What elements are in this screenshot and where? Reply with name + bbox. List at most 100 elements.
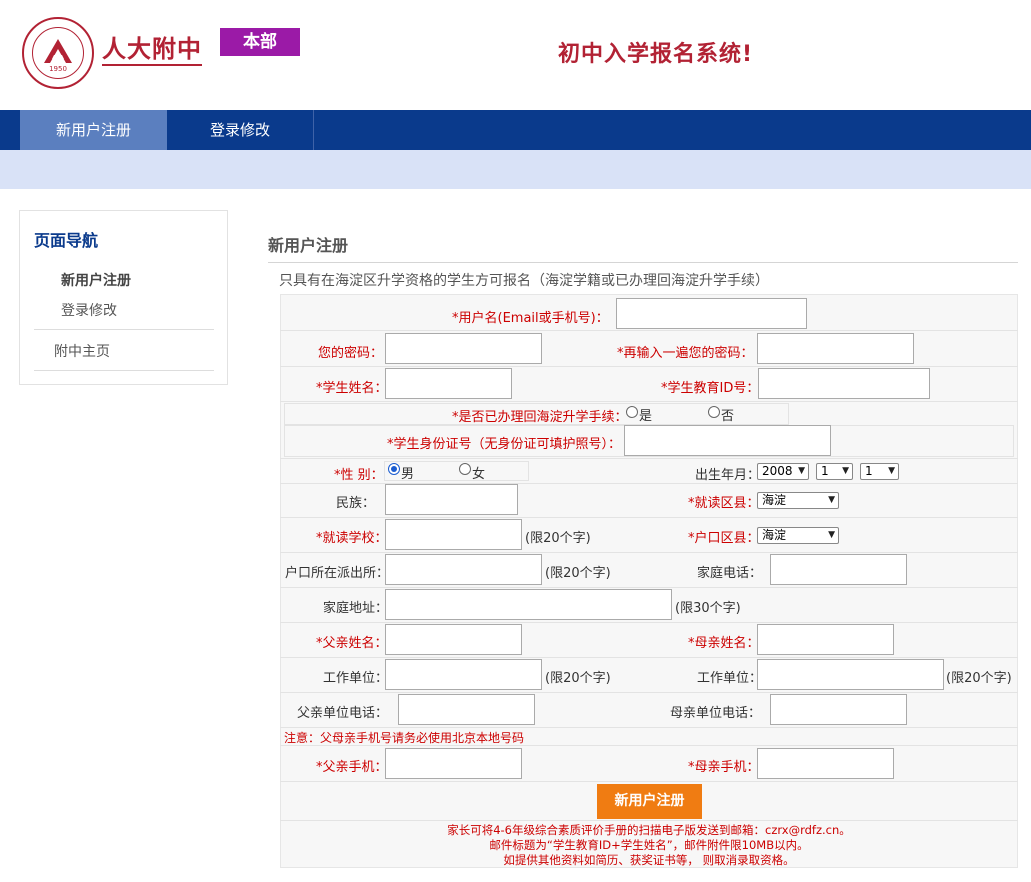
police-station-hint: (限20个字) bbox=[545, 566, 611, 581]
row-divider bbox=[280, 366, 1018, 367]
student-name-label: *学生姓名： bbox=[316, 381, 388, 396]
row-divider bbox=[280, 692, 1018, 693]
school-input[interactable] bbox=[385, 519, 522, 550]
gender-male-label: 男 bbox=[401, 467, 415, 482]
title-divider bbox=[268, 262, 1018, 263]
home-address-hint: (限30个字) bbox=[675, 601, 741, 616]
footer-note-line: 家长可将4-6年级综合素质评价手册的扫描电子版发送到邮箱：czrx@rdfz.c… bbox=[447, 823, 851, 837]
birth-month-select[interactable]: 1 ▼ bbox=[816, 463, 853, 480]
birth-year-select[interactable]: 2008 ▼ bbox=[757, 463, 809, 480]
gender-female-radio[interactable] bbox=[459, 463, 471, 475]
school-logo: 1950 bbox=[22, 17, 94, 89]
footer-note-line: 邮件标题为“学生教育ID+学生姓名”，邮件附件限10MB以内。 bbox=[489, 838, 809, 852]
father-work-phone-label: 父亲单位电话： bbox=[297, 706, 389, 721]
mother-work-phone-label: 母亲单位电话： bbox=[670, 706, 762, 721]
mother-work-input[interactable] bbox=[757, 659, 944, 690]
father-work-label: 工作单位： bbox=[323, 671, 389, 686]
chevron-down-icon: ▼ bbox=[842, 466, 849, 476]
logo-year: 1950 bbox=[49, 65, 67, 73]
return-yes-label: 是 bbox=[639, 409, 653, 424]
home-phone-label: 家庭电话： bbox=[697, 566, 763, 581]
row-divider bbox=[280, 820, 1018, 821]
return-haidian-label: *是否已办理回海淀升学手续： bbox=[452, 410, 628, 425]
phone-warning: 注意：父母亲手机号请务必使用北京本地号码 bbox=[284, 731, 525, 745]
student-name-input[interactable] bbox=[385, 368, 512, 399]
father-name-input[interactable] bbox=[385, 624, 522, 655]
sidebar-item-home[interactable]: 附中主页 bbox=[54, 341, 110, 361]
father-mobile-label: *父亲手机： bbox=[316, 760, 388, 775]
chevron-down-icon: ▼ bbox=[828, 530, 835, 540]
chevron-down-icon: ▼ bbox=[828, 495, 835, 505]
birth-day-select[interactable]: 1 ▼ bbox=[860, 463, 899, 480]
ethnicity-label: 民族： bbox=[336, 496, 376, 511]
school-label: *就读学校： bbox=[316, 531, 388, 546]
father-name-label: *父亲姓名： bbox=[316, 636, 388, 651]
eligibility-notice: 只具有在海淀区升学资格的学生方可报名（海淀学籍或已办理回海淀升学手续） bbox=[279, 273, 769, 289]
father-work-phone-input[interactable] bbox=[398, 694, 535, 725]
hukou-district-select[interactable]: 海淀 ▼ bbox=[757, 527, 839, 544]
sidebar-divider bbox=[34, 329, 214, 330]
birth-label: 出生年月： bbox=[695, 468, 761, 483]
sidebar: 页面导航 新用户注册 登录修改 附中主页 bbox=[19, 210, 228, 385]
username-input[interactable] bbox=[616, 298, 807, 329]
page-title: 新用户注册 bbox=[268, 236, 349, 255]
sidebar-item-register[interactable]: 新用户注册 bbox=[61, 270, 131, 290]
main-navbar: 新用户注册 登录修改 bbox=[0, 110, 1031, 150]
sidebar-divider bbox=[34, 370, 214, 371]
campus-badge: 本部 bbox=[220, 28, 300, 56]
school-district-label: *就读区县： bbox=[688, 496, 760, 511]
register-submit-button[interactable]: 新用户注册 bbox=[597, 784, 702, 819]
school-hint: (限20个字) bbox=[525, 531, 591, 546]
password-confirm-label: *再输入一遍您的密码： bbox=[617, 346, 754, 361]
school-name: 人大附中 bbox=[102, 34, 202, 66]
mother-work-hint: (限20个字) bbox=[946, 671, 1012, 686]
row-divider bbox=[280, 330, 1018, 331]
footer-note-line: 如提供其他资料如简历、获奖证书等， 则取消录取资格。 bbox=[503, 853, 795, 867]
return-no-label: 否 bbox=[721, 409, 735, 424]
id-card-input[interactable] bbox=[624, 425, 831, 456]
row-divider bbox=[280, 458, 1018, 459]
sidebar-item-login-edit[interactable]: 登录修改 bbox=[61, 300, 117, 320]
father-mobile-input[interactable] bbox=[385, 748, 522, 779]
student-edu-id-label: *学生教育ID号： bbox=[661, 381, 760, 396]
mother-mobile-label: *母亲手机： bbox=[688, 760, 760, 775]
logo-emblem-icon bbox=[44, 39, 72, 63]
tab-login-edit[interactable]: 登录修改 bbox=[167, 110, 313, 150]
mother-work-label: 工作单位： bbox=[697, 671, 763, 686]
password-confirm-input[interactable] bbox=[757, 333, 914, 364]
id-card-label: *学生身份证号（无身份证可填护照号）： bbox=[387, 437, 622, 452]
mother-name-input[interactable] bbox=[757, 624, 894, 655]
home-phone-input[interactable] bbox=[770, 554, 907, 585]
password-input[interactable] bbox=[385, 333, 542, 364]
hukou-district-label: *户口区县： bbox=[688, 531, 760, 546]
student-edu-id-input[interactable] bbox=[758, 368, 930, 399]
sub-banner bbox=[0, 150, 1031, 189]
father-work-hint: (限20个字) bbox=[545, 671, 611, 686]
row-divider bbox=[280, 517, 1018, 518]
home-address-label: 家庭地址： bbox=[323, 601, 389, 616]
password-label: 您的密码： bbox=[318, 346, 384, 361]
ethnicity-input[interactable] bbox=[385, 484, 518, 515]
gender-male-radio[interactable] bbox=[388, 463, 400, 475]
page-header: 1950 人大附中 本部 初中入学报名系统! bbox=[0, 0, 1031, 110]
row-divider bbox=[280, 781, 1018, 782]
return-yes-radio[interactable] bbox=[626, 406, 638, 418]
row-divider bbox=[280, 401, 1018, 402]
police-station-label: 户口所在派出所： bbox=[285, 566, 390, 581]
row-divider bbox=[280, 727, 1018, 728]
sidebar-title: 页面导航 bbox=[34, 231, 99, 250]
mother-mobile-input[interactable] bbox=[757, 748, 894, 779]
school-district-select[interactable]: 海淀 ▼ bbox=[757, 492, 839, 509]
return-no-radio[interactable] bbox=[708, 406, 720, 418]
police-station-input[interactable] bbox=[385, 554, 542, 585]
mother-name-label: *母亲姓名： bbox=[688, 636, 760, 651]
gender-female-label: 女 bbox=[472, 467, 486, 482]
tab-register[interactable]: 新用户注册 bbox=[20, 110, 167, 150]
father-work-input[interactable] bbox=[385, 659, 542, 690]
mother-work-phone-input[interactable] bbox=[770, 694, 907, 725]
row-divider bbox=[280, 622, 1018, 623]
chevron-down-icon: ▼ bbox=[798, 466, 805, 476]
row-divider bbox=[280, 552, 1018, 553]
chevron-down-icon: ▼ bbox=[888, 466, 895, 476]
home-address-input[interactable] bbox=[385, 589, 672, 620]
